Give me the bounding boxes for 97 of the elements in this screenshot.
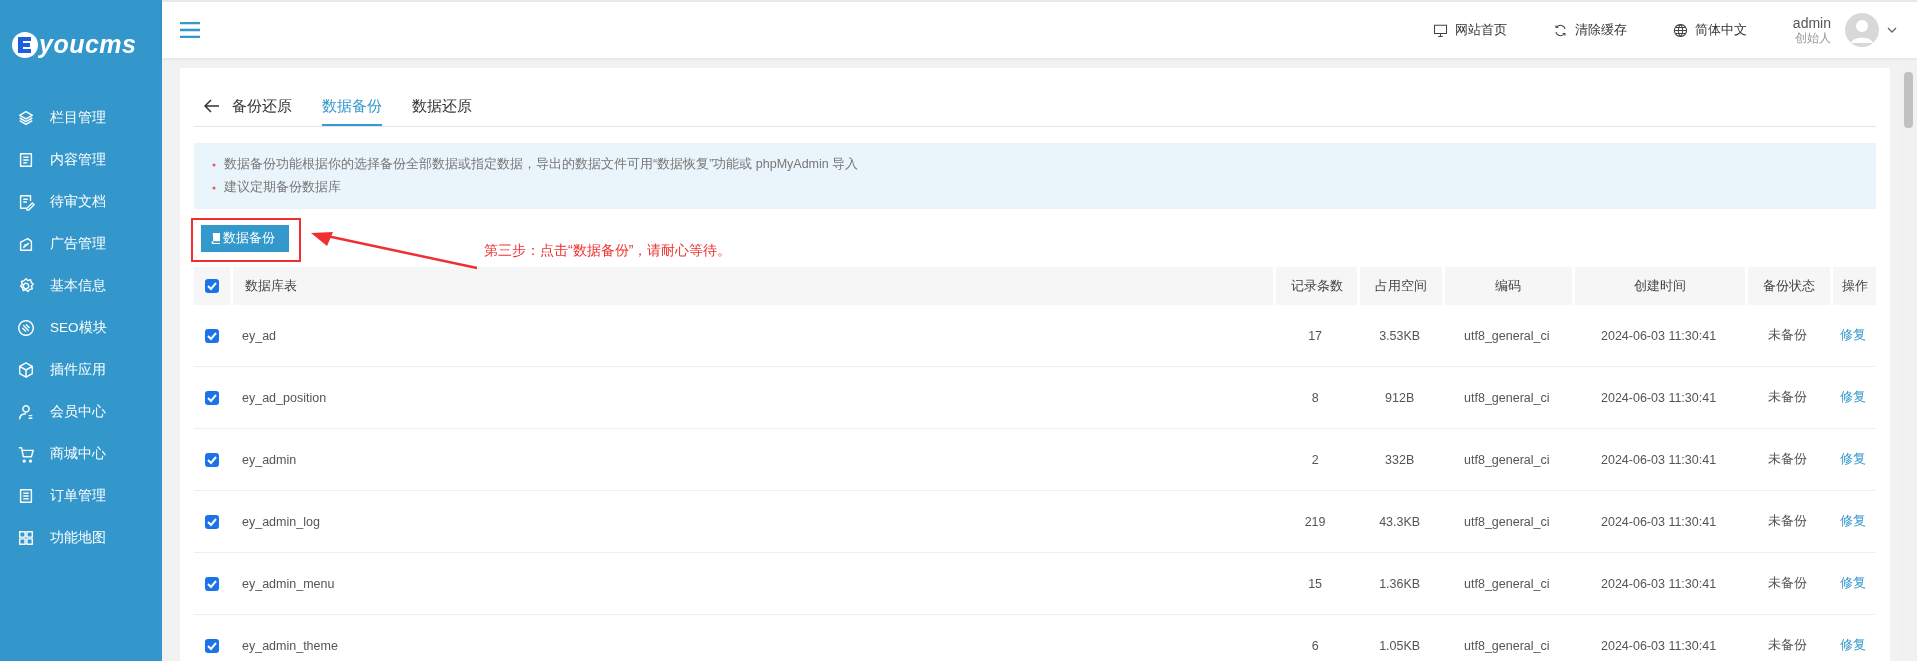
table-cell: 2024-06-03 11:30:41 (1571, 615, 1746, 661)
notice-text: 建议定期备份数据库 (224, 179, 341, 196)
table-cell: 332B (1357, 429, 1442, 491)
column-header: 操作 (1830, 267, 1876, 305)
sidebar-item[interactable]: 功能地图 (0, 517, 162, 559)
table-cell: ey_admin (230, 429, 1273, 491)
sidebar-item[interactable]: 广告管理 (0, 223, 162, 265)
sidebar-item[interactable]: 商城中心 (0, 433, 162, 475)
repair-link[interactable]: 修复 (1840, 638, 1866, 652)
table-cell: ey_admin_menu (230, 553, 1273, 615)
table-cell: 未备份 (1745, 367, 1830, 429)
top-link[interactable]: 简体中文 (1672, 21, 1747, 39)
settings-icon (17, 277, 35, 295)
table-cell: 2024-06-03 11:30:41 (1571, 553, 1746, 615)
backup-button[interactable]: 数据备份 (201, 224, 289, 252)
top-link[interactable]: 网站首页 (1432, 21, 1507, 39)
bullet-icon (212, 162, 216, 167)
row-checkbox[interactable] (205, 328, 219, 343)
table-cell: 6 (1272, 615, 1358, 661)
logo-icon (12, 31, 38, 58)
user-name: admin (1792, 14, 1831, 32)
table-cell: ey_ad (230, 305, 1273, 367)
table-cell: 未备份 (1745, 553, 1830, 615)
document-icon (17, 151, 35, 169)
table-cell: utf8_general_ci (1441, 553, 1572, 615)
sidebar-item[interactable]: 待审文档 (0, 181, 162, 223)
sidebar-item[interactable]: 内容管理 (0, 139, 162, 181)
refresh-icon (1552, 22, 1568, 38)
table-cell: 219 (1272, 491, 1358, 553)
cube-icon (17, 361, 35, 379)
annotation-text: 第三步：点击“数据备份”，请耐心等待。 (484, 242, 732, 260)
logo-text: youcms (39, 30, 137, 59)
top-link[interactable]: 清除缓存 (1552, 21, 1627, 39)
tab[interactable]: 数据备份 (322, 86, 382, 126)
table-cell: utf8_general_ci (1441, 367, 1572, 429)
table-cell: ey_admin_log (230, 491, 1273, 553)
table-cell: utf8_general_ci (1441, 615, 1572, 661)
row-checkbox[interactable] (205, 576, 219, 591)
table-cell: 912B (1357, 367, 1442, 429)
table-cell: 8 (1272, 367, 1358, 429)
tab[interactable]: 数据还原 (412, 86, 472, 126)
column-header: 数据库表 (230, 267, 1273, 305)
repair-link[interactable]: 修复 (1840, 576, 1866, 590)
page-title: 备份还原 (232, 96, 292, 116)
table-cell: 17 (1272, 305, 1358, 367)
menu-icon[interactable] (180, 22, 200, 38)
column-header: 备份状态 (1745, 267, 1830, 305)
table-cell: 2024-06-03 11:30:41 (1571, 305, 1746, 367)
table-cell: 未备份 (1745, 429, 1830, 491)
grid-icon (17, 529, 35, 547)
table-cell: utf8_general_ci (1441, 305, 1572, 367)
user-icon (17, 403, 35, 421)
sidebar-item[interactable]: SEO模块 (0, 307, 162, 349)
table-cell: 2 (1272, 429, 1358, 491)
sidebar-item[interactable]: 订单管理 (0, 475, 162, 517)
notice-text: 数据备份功能根据你的选择备份全部数据或指定数据，导出的数据文件可用“数据恢复”功能或 phpMyAdmin 导入 (224, 156, 859, 173)
table-cell: 未备份 (1745, 615, 1830, 661)
layers-icon (17, 109, 35, 127)
table-cell: 未备份 (1745, 305, 1830, 367)
sidebar-item[interactable]: 会员中心 (0, 391, 162, 433)
repair-link[interactable]: 修复 (1840, 328, 1866, 342)
list-icon (17, 487, 35, 505)
column-header: 占用空间 (1357, 267, 1442, 305)
table-cell: 43.3KB (1357, 491, 1442, 553)
table-cell: utf8_general_ci (1441, 429, 1572, 491)
table-cell: 1.05KB (1357, 615, 1442, 661)
cart-icon (17, 445, 35, 463)
row-checkbox[interactable] (205, 638, 219, 653)
caret-icon[interactable] (1887, 27, 1897, 33)
monitor-icon (1432, 22, 1448, 38)
repair-link[interactable]: 修复 (1840, 514, 1866, 528)
table-cell: 2024-06-03 11:30:41 (1571, 429, 1746, 491)
table-cell: ey_admin_theme (230, 615, 1273, 661)
row-checkbox[interactable] (205, 390, 219, 405)
row-checkbox[interactable] (205, 452, 219, 467)
table-cell: ey_ad_position (230, 367, 1273, 429)
user-role: 创始人 (1795, 31, 1831, 46)
bullet-icon (212, 185, 216, 190)
edit-document-icon (17, 193, 35, 211)
table-cell: 2024-06-03 11:30:41 (1571, 491, 1746, 553)
table-cell: 未备份 (1745, 491, 1830, 553)
table-cell: utf8_general_ci (1441, 491, 1572, 553)
table-cell: 1.36KB (1357, 553, 1442, 615)
row-checkbox[interactable] (205, 514, 219, 529)
repair-link[interactable]: 修复 (1840, 390, 1866, 404)
sidebar-item[interactable]: 插件应用 (0, 349, 162, 391)
table-cell: 3.53KB (1357, 305, 1442, 367)
sidebar-item[interactable]: 栏目管理 (0, 97, 162, 139)
table-cell: 15 (1272, 553, 1358, 615)
select-all-checkbox[interactable] (205, 279, 219, 294)
box-icon (17, 235, 35, 253)
globe-icon (1672, 22, 1688, 38)
back-arrow-icon[interactable] (204, 99, 220, 113)
book-icon (211, 232, 220, 244)
table-cell: 2024-06-03 11:30:41 (1571, 367, 1746, 429)
sidebar-item[interactable]: 基本信息 (0, 265, 162, 307)
repair-link[interactable]: 修复 (1840, 452, 1866, 466)
